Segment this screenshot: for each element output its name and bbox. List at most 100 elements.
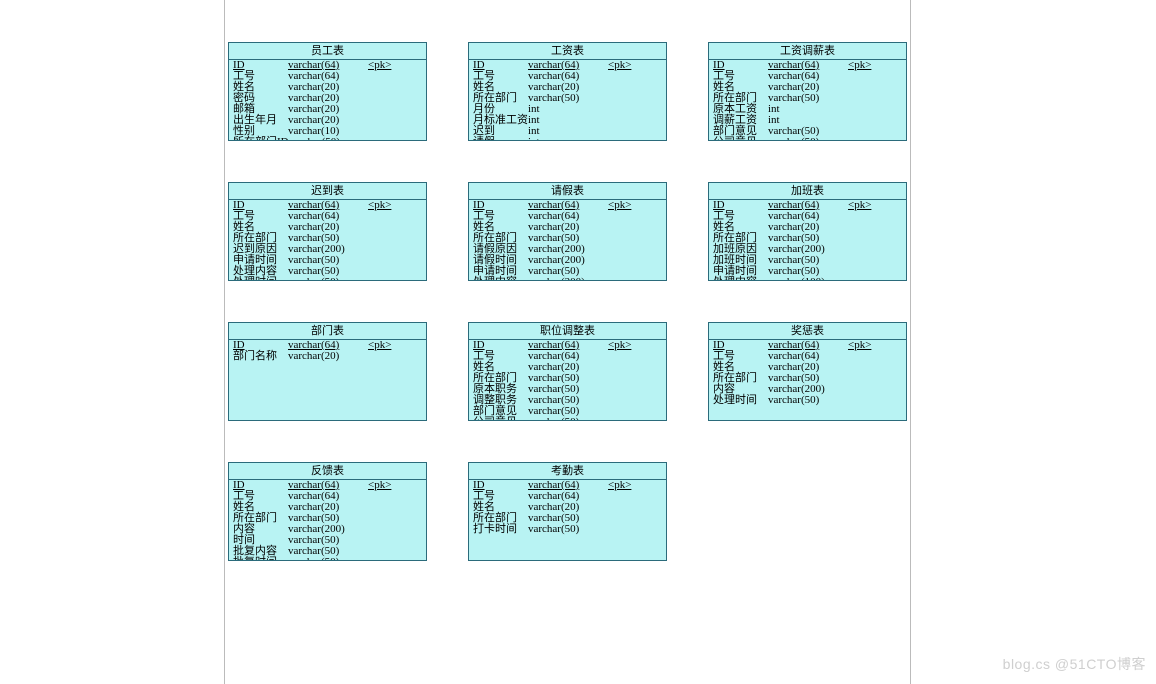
db-column-pk: [608, 513, 648, 524]
db-table-title: 加班表: [709, 183, 906, 200]
db-column-row: 处理内容varchar(200): [473, 277, 662, 281]
db-column-pk: [848, 71, 888, 82]
db-column-pk: [368, 244, 408, 255]
db-table-body: IDvarchar(64)<pk>工号varchar(64)姓名varchar(…: [229, 60, 426, 141]
canvas: 员工表IDvarchar(64)<pk>工号varchar(64)姓名varch…: [0, 0, 1156, 684]
db-column-name: 部门名称: [233, 351, 288, 362]
db-column-pk: [848, 351, 888, 362]
db-column-pk: [848, 211, 888, 222]
db-column-row: 公司意见varchar(50): [713, 137, 902, 141]
db-table: 请假表IDvarchar(64)<pk>工号varchar(64)姓名varch…: [468, 182, 667, 281]
db-column-pk: [368, 546, 408, 557]
db-column-name: 请假: [473, 137, 528, 141]
db-column-row: 部门名称varchar(20): [233, 351, 422, 362]
db-table: 部门表IDvarchar(64)<pk>部门名称varchar(20): [228, 322, 427, 421]
db-column-pk: [368, 277, 408, 281]
db-column-pk: [608, 137, 648, 141]
db-table: 迟到表IDvarchar(64)<pk>工号varchar(64)姓名varch…: [228, 182, 427, 281]
db-column-pk: [368, 115, 408, 126]
db-table-title: 工资表: [469, 43, 666, 60]
db-column-pk: [608, 417, 648, 421]
db-column-row: 处理内容varchar(100): [713, 277, 902, 281]
db-column-pk: [368, 233, 408, 244]
watermark: blog.cs @51CTO博客: [1003, 654, 1146, 674]
db-column-pk: [848, 104, 888, 115]
db-column-name: 处理时间: [713, 395, 768, 406]
db-column-pk: [848, 255, 888, 266]
db-column-pk: [608, 211, 648, 222]
db-column-pk: [368, 524, 408, 535]
db-column-type: varchar(20): [288, 351, 368, 362]
db-column-pk: <pk>: [368, 480, 408, 491]
db-column-row: 所在部门varchar(50): [473, 93, 662, 104]
db-column-type: varchar(200): [528, 277, 608, 281]
db-column-pk: [368, 211, 408, 222]
db-table: 加班表IDvarchar(64)<pk>工号varchar(64)姓名varch…: [708, 182, 907, 281]
db-column-pk: [608, 244, 648, 255]
db-column-type: varchar(50): [528, 93, 608, 104]
db-column-pk: [848, 82, 888, 93]
db-column-pk: [608, 351, 648, 362]
db-column-pk: [608, 524, 648, 535]
db-column-pk: [368, 535, 408, 546]
db-column-row: 批复时间varchar(50): [233, 557, 422, 561]
db-column-row: 所在部门IDvarchar(50): [233, 137, 422, 141]
db-column-pk: [608, 104, 648, 115]
db-column-pk: [608, 406, 648, 417]
db-column-pk: [368, 255, 408, 266]
db-column-name: 所在部门ID: [233, 137, 289, 141]
db-column-pk: [608, 491, 648, 502]
db-column-pk: <pk>: [368, 200, 408, 211]
db-table-title: 职位调整表: [469, 323, 666, 340]
db-table: 考勤表IDvarchar(64)<pk>工号varchar(64)姓名varch…: [468, 462, 667, 561]
db-column-pk: [608, 233, 648, 244]
db-column-pk: [848, 222, 888, 233]
db-column-pk: [848, 244, 888, 255]
db-column-pk: [608, 93, 648, 104]
db-table-title: 迟到表: [229, 183, 426, 200]
db-column-pk: [608, 71, 648, 82]
db-table-title: 考勤表: [469, 463, 666, 480]
db-column-pk: [368, 557, 408, 561]
db-column-type: varchar(50): [768, 395, 848, 406]
db-table-body: IDvarchar(64)<pk>工号varchar(64)姓名varchar(…: [229, 200, 426, 281]
db-column-pk: [368, 82, 408, 93]
db-column-pk: [608, 126, 648, 137]
db-column-pk: <pk>: [608, 340, 648, 351]
db-column-pk: [369, 137, 409, 141]
db-column-pk: [848, 266, 888, 277]
db-column-pk: <pk>: [848, 200, 888, 211]
db-column-pk: [848, 126, 888, 137]
db-table-body: IDvarchar(64)<pk>工号varchar(64)姓名varchar(…: [709, 60, 906, 141]
db-column-row: 迟到int: [473, 126, 662, 137]
db-column-row: 处理时间varchar(50): [713, 395, 902, 406]
db-column-pk: [608, 82, 648, 93]
db-column-type: int: [528, 126, 608, 137]
db-column-pk: [848, 395, 888, 406]
db-table: 奖惩表IDvarchar(64)<pk>工号varchar(64)姓名varch…: [708, 322, 907, 421]
db-column-type: int: [528, 104, 608, 115]
db-table-body: IDvarchar(64)<pk>工号varchar(64)姓名varchar(…: [709, 200, 906, 281]
db-table-body: IDvarchar(64)<pk>工号varchar(64)姓名varchar(…: [469, 340, 666, 421]
db-column-type: varchar(50): [528, 417, 608, 421]
db-column-pk: [608, 266, 648, 277]
db-column-pk: [848, 115, 888, 126]
db-column-pk: [608, 502, 648, 513]
db-column-row: 公司意见varchar(50): [473, 417, 662, 421]
db-table: 反馈表IDvarchar(64)<pk>工号varchar(64)姓名varch…: [228, 462, 427, 561]
db-column-pk: [848, 362, 888, 373]
db-column-pk: [368, 71, 408, 82]
db-column-pk: [608, 222, 648, 233]
db-column-pk: <pk>: [368, 60, 408, 71]
db-column-pk: [368, 351, 408, 362]
db-column-name: 处理内容: [713, 277, 768, 281]
db-column-type: int: [528, 137, 608, 141]
db-table-body: IDvarchar(64)<pk>工号varchar(64)姓名varchar(…: [229, 480, 426, 561]
db-table: 工资表IDvarchar(64)<pk>工号varchar(64)姓名varch…: [468, 42, 667, 141]
db-column-type: varchar(50): [288, 557, 368, 561]
db-column-pk: [368, 222, 408, 233]
db-column-row: 打卡时间varchar(50): [473, 524, 662, 535]
db-column-type: varchar(100): [768, 277, 848, 281]
db-column-pk: [848, 373, 888, 384]
db-column-pk: [368, 266, 408, 277]
